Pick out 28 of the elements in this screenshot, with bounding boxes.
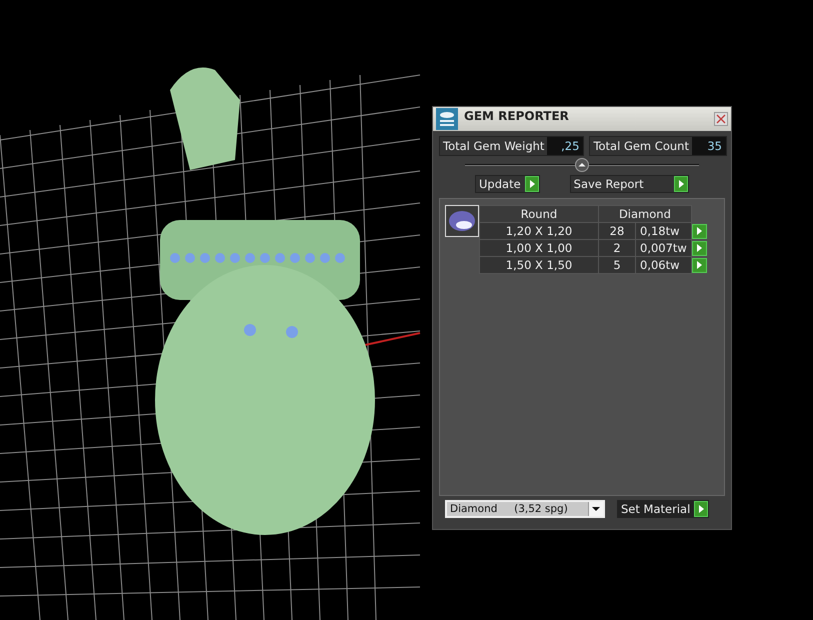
- table-cell: 2: [598, 240, 636, 256]
- material-dropdown[interactable]: Diamond (3,52 spg): [445, 500, 605, 518]
- total-count-label: Total Gem Count: [590, 137, 692, 155]
- table-cell: 0,18tw: [636, 222, 692, 240]
- table-cell: 0,06tw: [636, 256, 692, 274]
- material-header: Diamond: [598, 206, 692, 222]
- gem-thumbnail-icon: [445, 205, 479, 237]
- table-cell: 1,00 X 1,00: [480, 240, 598, 256]
- row-arrow-button[interactable]: [692, 240, 707, 256]
- table-cell: 0,007tw: [636, 240, 692, 256]
- save-report-button[interactable]: Save Report: [570, 175, 689, 193]
- update-button[interactable]: Update: [475, 175, 540, 193]
- collapse-handle-icon[interactable]: [575, 158, 589, 172]
- table-cell: 1,50 X 1,50: [480, 256, 598, 274]
- table-cell: 28: [598, 222, 636, 240]
- total-weight-label: Total Gem Weight: [440, 137, 548, 155]
- set-material-button[interactable]: Set Material: [617, 500, 710, 518]
- table-cell: 1,20 X 1,20: [480, 222, 598, 240]
- close-button[interactable]: [714, 112, 728, 126]
- report-icon: [436, 108, 458, 130]
- table-cell: 5: [598, 256, 636, 274]
- total-weight-value: ,25: [547, 137, 584, 155]
- row-arrow-button[interactable]: [692, 258, 707, 272]
- row-arrow-button[interactable]: [692, 224, 707, 238]
- total-count-value: 35: [692, 137, 726, 155]
- shape-header: Round: [480, 206, 598, 222]
- panel-title: GEM REPORTER: [464, 108, 570, 123]
- caret-icon: [588, 502, 603, 516]
